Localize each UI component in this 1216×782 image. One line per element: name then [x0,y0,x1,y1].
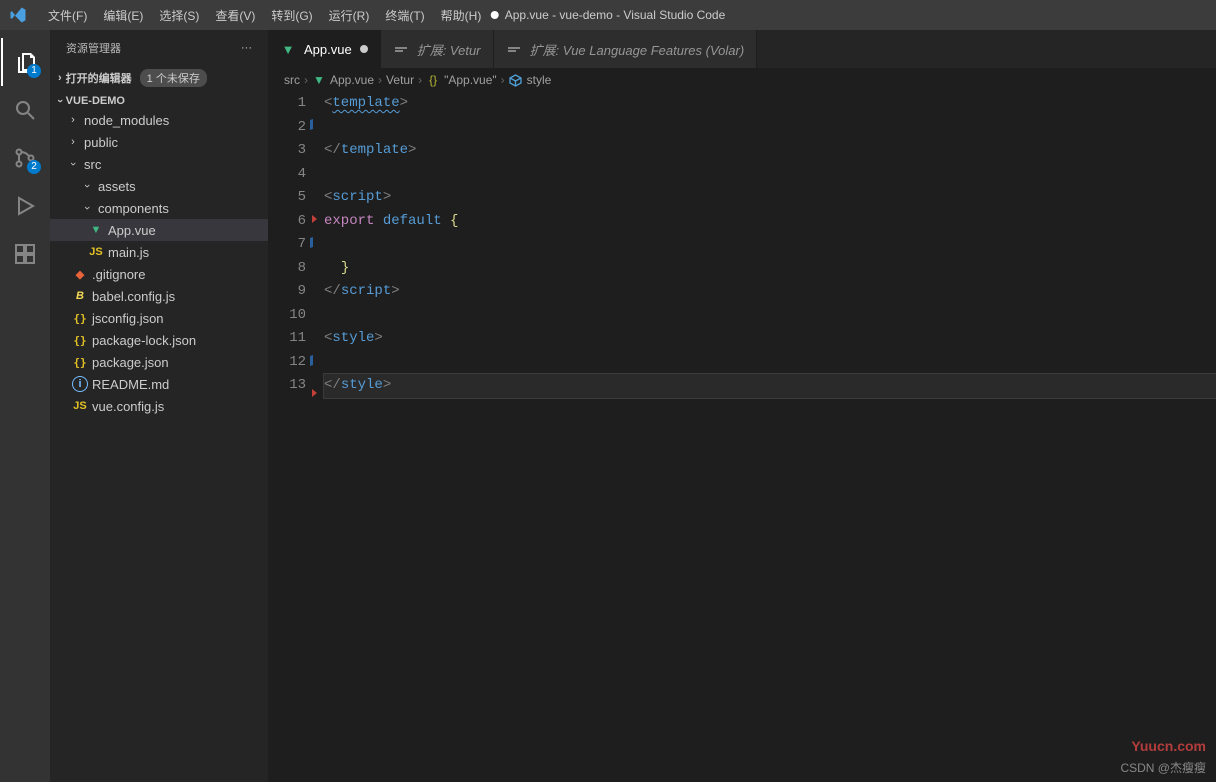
editor-tabs: ▼ App.vue 扩展: Vetur 扩展: Vue Language Fea… [268,30,1216,68]
vue-file-icon: ▼ [88,222,104,238]
tree-readme[interactable]: iREADME.md [50,373,268,395]
fold-marker-icon [310,236,316,248]
activity-debug[interactable] [1,182,49,230]
menu-edit[interactable]: 编辑(E) [95,1,151,30]
menu-help[interactable]: 帮助(H) [433,1,490,30]
activity-explorer[interactable]: 1 [1,38,49,86]
tab-volar-ext[interactable]: 扩展: Vue Language Features (Volar) [494,30,758,68]
json-file-icon: {} [72,332,88,348]
project-name: VUE-DEMO [66,95,125,107]
vue-file-icon: ▼ [312,73,326,87]
modified-indicator-icon [360,45,368,53]
js-file-icon: JS [72,398,88,414]
tab-label: 扩展: Vetur [417,40,481,59]
line-numbers: 12345678910111213 [268,92,324,782]
menu-run[interactable]: 运行(R) [321,1,378,30]
chevron-right-icon: › [501,73,505,87]
explorer-badge: 1 [27,64,41,78]
chevron-right-icon: › [304,73,308,87]
window-title: App.vue - vue-demo - Visual Studio Code [491,8,726,22]
tab-label: App.vue [304,42,352,57]
code-body[interactable]: <template></template><script>export defa… [324,92,1216,782]
breadcrumb-item[interactable]: "App.vue" [444,73,497,87]
watermark-csdn: CSDN @杰瘦瘦 [1120,759,1206,776]
tree-package[interactable]: {}package.json [50,351,268,373]
menu-bar: 文件(F) 编辑(E) 选择(S) 查看(V) 转到(G) 运行(R) 终端(T… [40,1,489,30]
editor-group: ▼ App.vue 扩展: Vetur 扩展: Vue Language Fea… [268,30,1216,782]
open-editors-header[interactable]: › 打开的编辑器 1 个未保存 [50,67,268,89]
project-header[interactable]: › VUE-DEMO [50,93,268,109]
menu-view[interactable]: 查看(V) [207,1,263,30]
tree-src[interactable]: ›src [50,153,268,175]
json-file-icon: {} [72,310,88,326]
tree-app-vue[interactable]: ▼App.vue [50,219,268,241]
error-marker-icon [312,389,317,397]
breadcrumb-item[interactable]: src [284,73,300,87]
breadcrumb-item[interactable]: App.vue [330,73,374,87]
open-editors-label: 打开的编辑器 [66,70,132,86]
tab-app-vue[interactable]: ▼ App.vue [268,30,381,68]
chevron-right-icon: › [418,73,422,87]
activity-search[interactable] [1,86,49,134]
activity-extensions[interactable] [1,230,49,278]
chevron-down-icon: › [54,99,66,103]
code-editor[interactable]: 12345678910111213 <template></template><… [268,92,1216,782]
breadcrumb-item[interactable]: Vetur [386,73,414,87]
watermark-yuucn: Yuucn.com [1131,738,1206,754]
tree-vueconfig[interactable]: JSvue.config.js [50,395,268,417]
activity-scm[interactable]: 2 [1,134,49,182]
git-file-icon: ◆ [72,266,88,282]
titlebar: 文件(F) 编辑(E) 选择(S) 查看(V) 转到(G) 运行(R) 终端(T… [0,0,1216,30]
tree-jsconfig[interactable]: {}jsconfig.json [50,307,268,329]
fold-marker-icon [310,354,316,366]
sidebar-more-icon[interactable]: ··· [241,42,252,54]
json-file-icon: {} [72,354,88,370]
menu-selection[interactable]: 选择(S) [151,1,207,30]
file-tree: ›node_modules ›public ›src ›assets ›comp… [50,109,268,417]
chevron-right-icon: › [378,73,382,87]
tree-main-js[interactable]: JSmain.js [50,241,268,263]
menu-terminal[interactable]: 终端(T) [377,1,432,30]
fold-marker-icon [310,118,316,130]
activity-bar: 1 2 [0,30,50,782]
window-title-text: App.vue - vue-demo - Visual Studio Code [505,8,726,22]
sidebar-title: 资源管理器 ··· [50,30,268,65]
vscode-logo-icon [8,5,28,25]
info-file-icon: i [72,376,88,392]
tree-public[interactable]: ›public [50,131,268,153]
error-marker-icon [312,215,317,223]
tree-assets[interactable]: ›assets [50,175,268,197]
menu-file[interactable]: 文件(F) [40,1,95,30]
modified-indicator-icon [491,11,499,19]
js-file-icon: JS [88,244,104,260]
tree-node-modules[interactable]: ›node_modules [50,109,268,131]
vue-file-icon: ▼ [280,41,296,57]
extension-icon [506,41,522,57]
tree-gitignore[interactable]: ◆.gitignore [50,263,268,285]
tree-package-lock[interactable]: {}package-lock.json [50,329,268,351]
sidebar-title-text: 资源管理器 [66,40,121,56]
unsaved-count-badge: 1 个未保存 [140,69,207,87]
tab-vetur-ext[interactable]: 扩展: Vetur [381,30,494,68]
scm-badge: 2 [27,160,41,174]
chevron-right-icon: › [58,72,62,84]
extension-icon [393,41,409,57]
breadcrumb-item[interactable]: style [527,73,552,87]
babel-file-icon: B [72,288,88,304]
json-symbol-icon: {} [426,73,440,87]
sidebar-explorer: 资源管理器 ··· › 打开的编辑器 1 个未保存 › VUE-DEMO ›no… [50,30,268,782]
symbol-icon [509,73,523,87]
menu-go[interactable]: 转到(G) [263,1,320,30]
tree-components[interactable]: ›components [50,197,268,219]
tab-label: 扩展: Vue Language Features (Volar) [530,40,745,59]
breadcrumbs[interactable]: src › ▼ App.vue › Vetur › {} "App.vue" ›… [268,68,1216,92]
tree-babel[interactable]: Bbabel.config.js [50,285,268,307]
